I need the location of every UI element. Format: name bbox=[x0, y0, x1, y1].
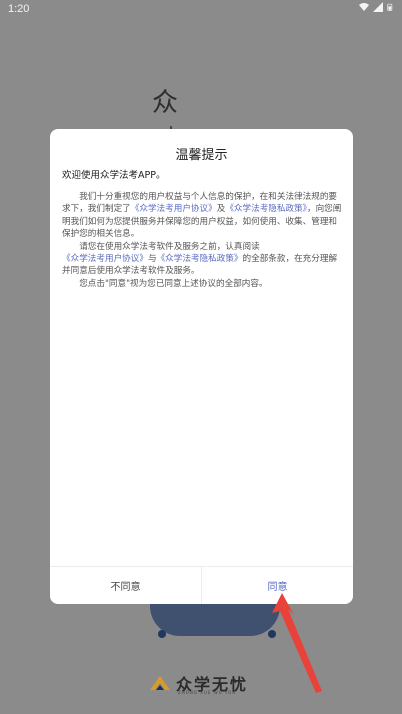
logo-subtitle: ZHONG XUE WU YOU bbox=[178, 690, 237, 695]
red-arrow-annotation-icon bbox=[272, 593, 322, 693]
dialog-paragraph-3: 您点击"同意"视为您已同意上述协议的全部内容。 bbox=[79, 278, 268, 289]
wifi-icon bbox=[359, 3, 369, 11]
paragraph-2-text-a: 请您在使用众学法考软件及服务之前，认真阅读 bbox=[79, 241, 260, 252]
privacy-policy-link-2[interactable]: 《众学法考隐私政策》 bbox=[157, 254, 243, 264]
signal-icon bbox=[373, 2, 383, 12]
privacy-policy-link[interactable]: 《众学法考隐私政策》 bbox=[225, 204, 307, 214]
disagree-button[interactable]: 不同意 bbox=[50, 566, 201, 604]
device-dot-left bbox=[158, 630, 166, 638]
dialog-title: 温馨提示 bbox=[175, 148, 228, 163]
status-bar: 1:20 bbox=[0, 0, 402, 20]
paragraph-2-text-b: 与 bbox=[147, 254, 157, 265]
brand-logo: 众学无忧 ZHONG XUE WU YOU bbox=[150, 671, 248, 695]
logo-mark-icon bbox=[150, 676, 170, 690]
dialog-body: 我们十分重视您的用户权益与个人信息的保护，在和关法律法规的要求下，我们制定了《众… bbox=[62, 191, 342, 290]
device-illustration bbox=[150, 600, 280, 636]
dialog-paragraph-1: 我们十分重视您的用户权益与个人信息的保护，在和关法律法规的要求下，我们制定了《众… bbox=[62, 191, 342, 241]
privacy-dialog: 温馨提示 欢迎使用众学法考APP。 我们十分重视您的用户权益与个人信息的保护，在… bbox=[50, 129, 353, 604]
user-agreement-link[interactable]: 《众学法考用户协议》 bbox=[131, 204, 217, 214]
splash-title-char-1: 众 bbox=[152, 88, 179, 118]
battery-icon bbox=[387, 3, 393, 11]
status-icons bbox=[359, 2, 394, 12]
dialog-welcome-text: 欢迎使用众学法考APP。 bbox=[62, 170, 166, 181]
dialog-paragraph-2: 请您在使用众学法考软件及服务之前，认真阅读《众学法考用户协议》与《众学法考隐私政… bbox=[62, 241, 342, 278]
user-agreement-link-2[interactable]: 《众学法考用户协议》 bbox=[62, 254, 148, 264]
status-time: 1:20 bbox=[8, 3, 30, 15]
